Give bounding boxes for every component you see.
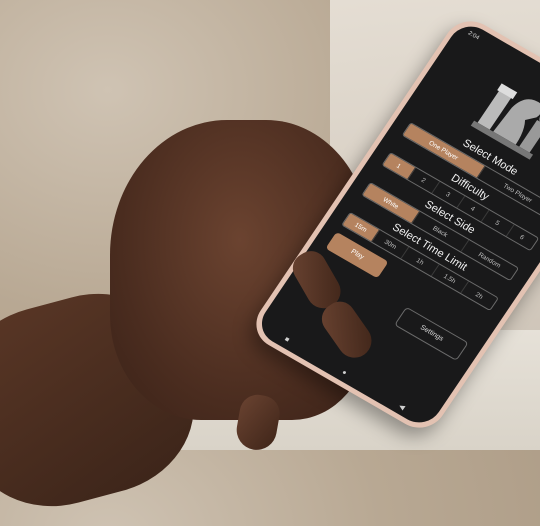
status-time: 2:04 (466, 30, 481, 42)
home-icon[interactable]: ● (340, 369, 348, 378)
phone: 2:04 Select Mode One Player Two Player D… (150, 12, 540, 437)
back-icon[interactable]: ◀ (397, 402, 406, 412)
settings-button[interactable]: Settings (394, 306, 469, 361)
phone-screen: 2:04 Select Mode One Player Two Player D… (253, 18, 540, 431)
phone-body: 2:04 Select Mode One Player Two Player D… (246, 12, 540, 437)
recent-apps-icon[interactable]: ■ (282, 336, 291, 345)
